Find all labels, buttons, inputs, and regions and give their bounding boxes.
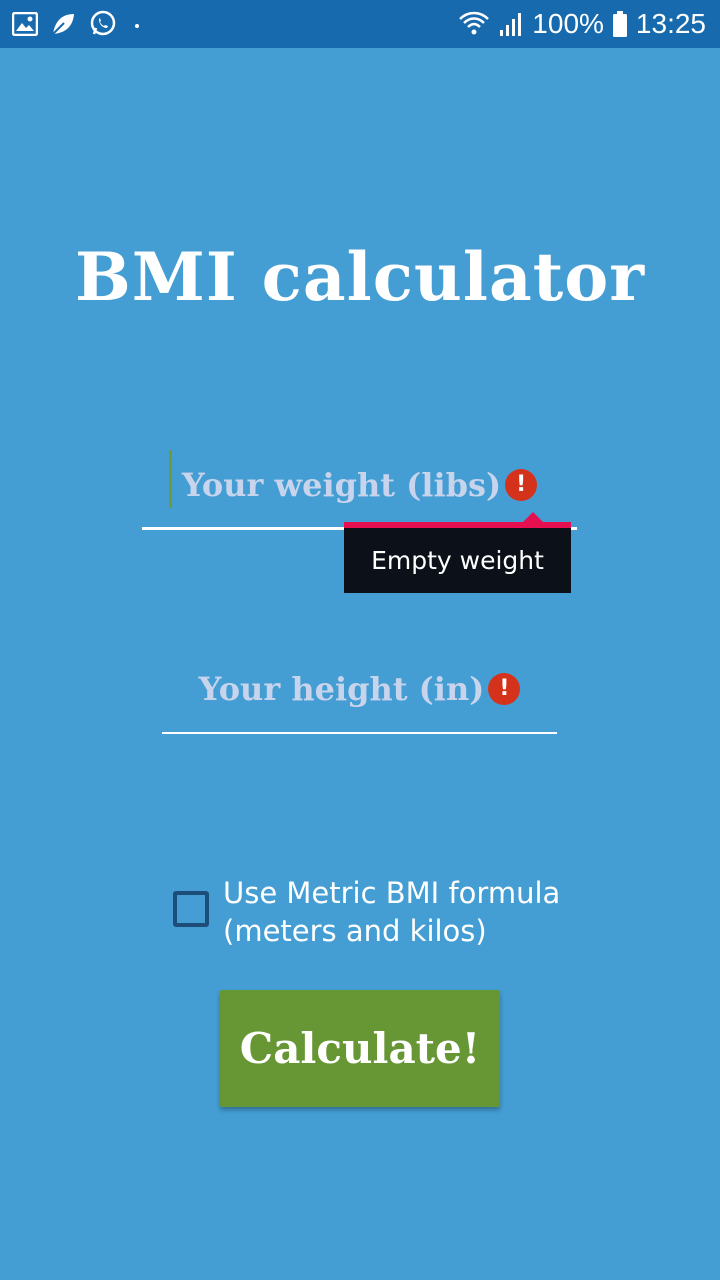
weight-input[interactable]: Your weight (libs) ! [142,450,577,520]
whatsapp-icon [88,9,118,39]
calculate-button-label: Calculate! [239,1024,481,1073]
height-field[interactable]: Your height (in) ! [162,654,557,734]
error-tooltip-text: Empty weight [371,546,544,575]
leaf-icon [50,11,76,37]
height-error-icon[interactable]: ! [488,673,521,705]
metric-checkbox[interactable] [173,891,209,927]
status-bar: 100% 13:25 [0,0,720,48]
metric-label-line2: (meters and kilos) [223,914,487,948]
error-tooltip: Empty weight [344,522,571,593]
dot-icon [130,17,144,31]
height-input[interactable]: Your height (in) ! [162,654,557,724]
wifi-icon [458,10,490,38]
gallery-icon [12,12,38,36]
weight-error-icon[interactable]: ! [505,469,538,501]
metric-checkbox-label[interactable]: Use Metric BMI formula (meters and kilos… [223,874,643,950]
metric-label-line1: Use Metric BMI formula [223,876,561,910]
battery-percentage: 100% [532,8,604,39]
clock: 13:25 [635,8,706,39]
calculate-button[interactable]: Calculate! [220,990,500,1107]
signal-icon [498,10,524,38]
weight-placeholder: Your weight (libs) [181,466,502,504]
height-underline [162,732,557,734]
weight-field[interactable]: Your weight (libs) ! [142,450,577,530]
battery-icon [612,10,628,38]
app-title: BMI calculator [74,238,645,316]
height-placeholder: Your height (in) [198,670,485,708]
